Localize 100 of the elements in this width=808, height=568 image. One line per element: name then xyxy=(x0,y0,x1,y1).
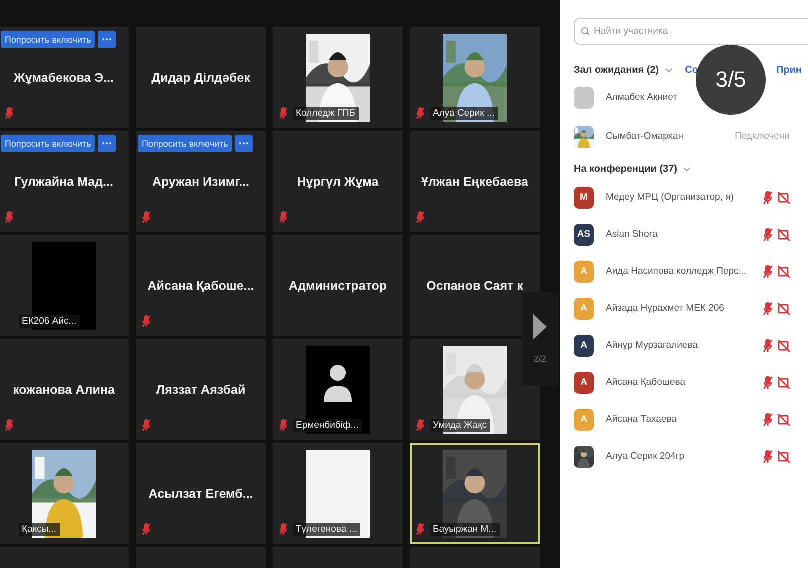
participant-name: Түлегенова ... xyxy=(293,523,360,536)
video-tile[interactable]: Дидар Ділдәбек xyxy=(136,27,266,128)
participant-name: Дидар Ділдәбек xyxy=(152,70,250,84)
ask-to-unmute-button[interactable]: Попросить включить xyxy=(1,135,96,152)
participant-row[interactable]: A Аида Насипова колледж Перс... xyxy=(574,253,808,290)
participant-name: Aslan Shora xyxy=(606,229,659,240)
muted-mic-icon xyxy=(763,264,773,278)
participant-name: Асылзат Егемб... xyxy=(148,486,254,500)
video-tile[interactable]: Нұргүл Жұма xyxy=(273,131,403,232)
video-tile[interactable]: Асылзат Егемб... xyxy=(136,443,266,544)
participant-row[interactable]: Алуа Серик 204гр xyxy=(574,438,808,475)
camera-icon xyxy=(778,302,792,314)
video-tile[interactable]: Попросить включить Гулжайна Мад... xyxy=(0,131,129,232)
muted-mic-icon xyxy=(763,302,773,316)
avatar xyxy=(574,86,594,108)
camera-icon xyxy=(778,266,792,278)
video-tile[interactable]: Колледж ГПБ xyxy=(273,27,403,128)
video-tile[interactable]: Ұлжан Еңкебаева xyxy=(410,131,540,232)
participant-name: Нұргүл Жұма xyxy=(297,174,379,188)
participant-name: Аида Насипова колледж Перс... xyxy=(606,266,748,277)
camera-icon xyxy=(778,414,792,426)
participant-row[interactable]: Сымбат-Омархан Подключени xyxy=(574,119,808,154)
video-tile[interactable]: Оспанов Саят к xyxy=(410,235,540,336)
participant-row[interactable]: A Айзада Нұрахмет МЕК 206 xyxy=(574,290,808,327)
participant-name: Айсана Тахаева xyxy=(606,414,678,425)
muted-mic-icon xyxy=(763,228,773,242)
participant-name: Жұмабекова Э... xyxy=(14,70,114,84)
avatar: M xyxy=(574,186,594,208)
search-field[interactable]: Найти участника xyxy=(574,18,808,45)
video-tile[interactable]: ЕК206 Айс... xyxy=(0,235,129,336)
ask-to-unmute-button[interactable]: Попросить включить xyxy=(1,31,96,48)
avatar: A xyxy=(574,298,594,320)
avatar: A xyxy=(574,408,594,430)
chevron-icon[interactable] xyxy=(665,68,674,74)
more-icon xyxy=(239,142,250,145)
action-link[interactable]: Прин xyxy=(776,65,802,76)
participant-name: Ерменбибіф... xyxy=(293,419,362,432)
camera-icon xyxy=(778,376,792,388)
camera-icon xyxy=(778,450,792,462)
participant-row[interactable]: M Медеу МРЦ (Организатор, я) xyxy=(574,179,808,216)
chevron-icon[interactable] xyxy=(683,166,692,172)
video-tile[interactable]: Ляззат Аязбай xyxy=(136,339,266,440)
muted-mic-icon xyxy=(763,412,773,426)
video-tile[interactable]: кожанова Алина xyxy=(0,339,129,440)
section-title: На конференции (37) xyxy=(574,164,678,175)
participant-name: Қаксы... xyxy=(19,523,60,536)
video-tile[interactable]: Алуа Серик ... xyxy=(410,27,540,128)
camera-icon xyxy=(778,340,792,352)
participant-row[interactable]: A Айсана Қабошева xyxy=(574,364,808,401)
participant-name: Алуа Серик ... xyxy=(430,107,498,120)
video-tile[interactable]: Түлегенова ... xyxy=(273,443,403,544)
search-icon xyxy=(581,27,590,36)
video-tile[interactable]: Бауыржан М... xyxy=(410,443,540,544)
avatar: A xyxy=(574,260,594,282)
video-tile[interactable]: Қаксы... xyxy=(0,443,129,544)
participant-name: Айнұр Мурзагалиева xyxy=(606,340,699,351)
participant-name: Колледж ГПБ xyxy=(293,107,359,120)
muted-mic-icon xyxy=(763,338,773,352)
camera-icon xyxy=(778,228,792,240)
video-tile[interactable]: Айсана Қабоше... xyxy=(136,235,266,336)
participant-name: Айзада Нұрахмет МЕК 206 xyxy=(606,303,726,314)
participant-name: Умида Жақс xyxy=(430,419,490,432)
participant-name: Айсана Қабоше... xyxy=(148,278,254,292)
video-tile[interactable]: Ерменбибіф... xyxy=(273,339,403,440)
participant-row[interactable]: A Айнұр Мурзагалиева xyxy=(574,327,808,364)
ask-to-unmute-button[interactable]: Попросить включить xyxy=(138,135,232,152)
next-page-button[interactable]: 2/2 xyxy=(522,292,558,386)
muted-mic-icon xyxy=(763,450,773,464)
participant-name: Медеу МРЦ (Организатор, я) xyxy=(606,192,735,203)
section-title: Зал ожидания (2) xyxy=(574,65,660,76)
muted-mic-icon xyxy=(763,376,773,390)
more-button[interactable] xyxy=(98,31,116,48)
participant-name: Гулжайна Мад... xyxy=(14,174,114,188)
avatar: A xyxy=(574,334,594,356)
more-icon xyxy=(102,38,112,41)
participant-name: Алмабек Ақниет xyxy=(606,92,678,103)
avatar: A xyxy=(574,372,594,394)
avatar: AS xyxy=(574,224,594,246)
status-text: Подключени xyxy=(735,131,790,142)
next-arrow-icon xyxy=(533,314,547,340)
muted-mic-icon xyxy=(763,190,773,204)
video-tile[interactable]: Попросить включить Аружан Изимг... xyxy=(136,131,266,232)
more-button[interactable] xyxy=(98,135,116,152)
participant-name: Айсана Қабошева xyxy=(606,377,687,388)
participant-row[interactable]: AS Aslan Shora xyxy=(574,216,808,253)
video-tile[interactable]: Администратор xyxy=(273,235,403,336)
participant-name: Алуа Серик 204гр xyxy=(606,451,686,462)
participant-name: Ляззат Аязбай xyxy=(156,382,246,396)
participant-name: Бауыржан М... xyxy=(430,523,500,536)
participant-name: Администратор xyxy=(288,278,388,292)
participant-name: кожанова Алина xyxy=(13,382,115,396)
action-link[interactable]: Со xyxy=(685,65,698,76)
camera-icon xyxy=(778,192,792,204)
more-button[interactable] xyxy=(235,135,254,152)
video-tile[interactable]: Попросить включить Жұмабекова Э... xyxy=(0,27,129,128)
more-icon xyxy=(102,142,112,145)
participant-name: ЕК206 Айс... xyxy=(19,315,80,328)
participant-row[interactable]: A Айсана Тахаева xyxy=(574,401,808,438)
person-icon xyxy=(323,364,353,402)
participant-name: Аружан Изимг... xyxy=(152,174,250,188)
